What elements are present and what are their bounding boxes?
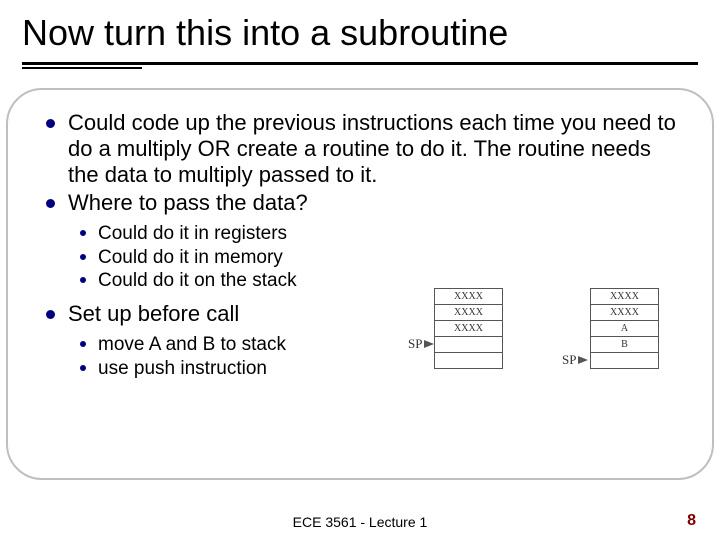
sp-pointer-right: SP bbox=[562, 352, 588, 368]
stack-cell bbox=[435, 337, 503, 353]
sp-label: SP bbox=[562, 352, 576, 368]
stack-cell: XXXX bbox=[591, 305, 659, 321]
title-rule bbox=[0, 62, 720, 69]
sub-bullet-item: Could do it in memory bbox=[80, 246, 684, 270]
bullet-item: Could code up the previous instructions … bbox=[46, 110, 684, 188]
stack-right: XXXX XXXX A B SP bbox=[590, 288, 659, 369]
footer: ECE 3561 - Lecture 1 8 bbox=[0, 514, 720, 530]
arrow-right-icon bbox=[424, 340, 434, 348]
arrow-right-icon bbox=[578, 356, 588, 364]
stack-left: XXXX XXXX XXXX SP bbox=[434, 288, 503, 369]
stack-cell: XXXX bbox=[435, 305, 503, 321]
slide: Now turn this into a subroutine Could co… bbox=[0, 0, 720, 540]
title-area: Now turn this into a subroutine bbox=[0, 0, 720, 60]
stack-cell: B bbox=[591, 337, 659, 353]
stack-table-left: XXXX XXXX XXXX bbox=[434, 288, 503, 369]
sp-pointer-left: SP bbox=[408, 336, 434, 352]
stack-diagram: XXXX XXXX XXXX SP XXXX XXXX A B bbox=[428, 280, 718, 410]
bullet-item: Where to pass the data? bbox=[46, 190, 684, 216]
stack-table-right: XXXX XXXX A B bbox=[590, 288, 659, 369]
body-frame: Could code up the previous instructions … bbox=[6, 88, 714, 480]
stack-cell bbox=[435, 353, 503, 369]
page-number: 8 bbox=[687, 512, 696, 530]
stack-cell: A bbox=[591, 321, 659, 337]
stack-cell: XXXX bbox=[591, 289, 659, 305]
sub-bullet-item: Could do it in registers bbox=[80, 222, 684, 246]
bullet-list: Could code up the previous instructions … bbox=[46, 110, 684, 216]
page-title: Now turn this into a subroutine bbox=[22, 12, 698, 54]
stack-cell bbox=[591, 353, 659, 369]
stack-cell: XXXX bbox=[435, 289, 503, 305]
sp-label: SP bbox=[408, 336, 422, 352]
stack-cell: XXXX bbox=[435, 321, 503, 337]
footer-text: ECE 3561 - Lecture 1 bbox=[0, 514, 720, 530]
